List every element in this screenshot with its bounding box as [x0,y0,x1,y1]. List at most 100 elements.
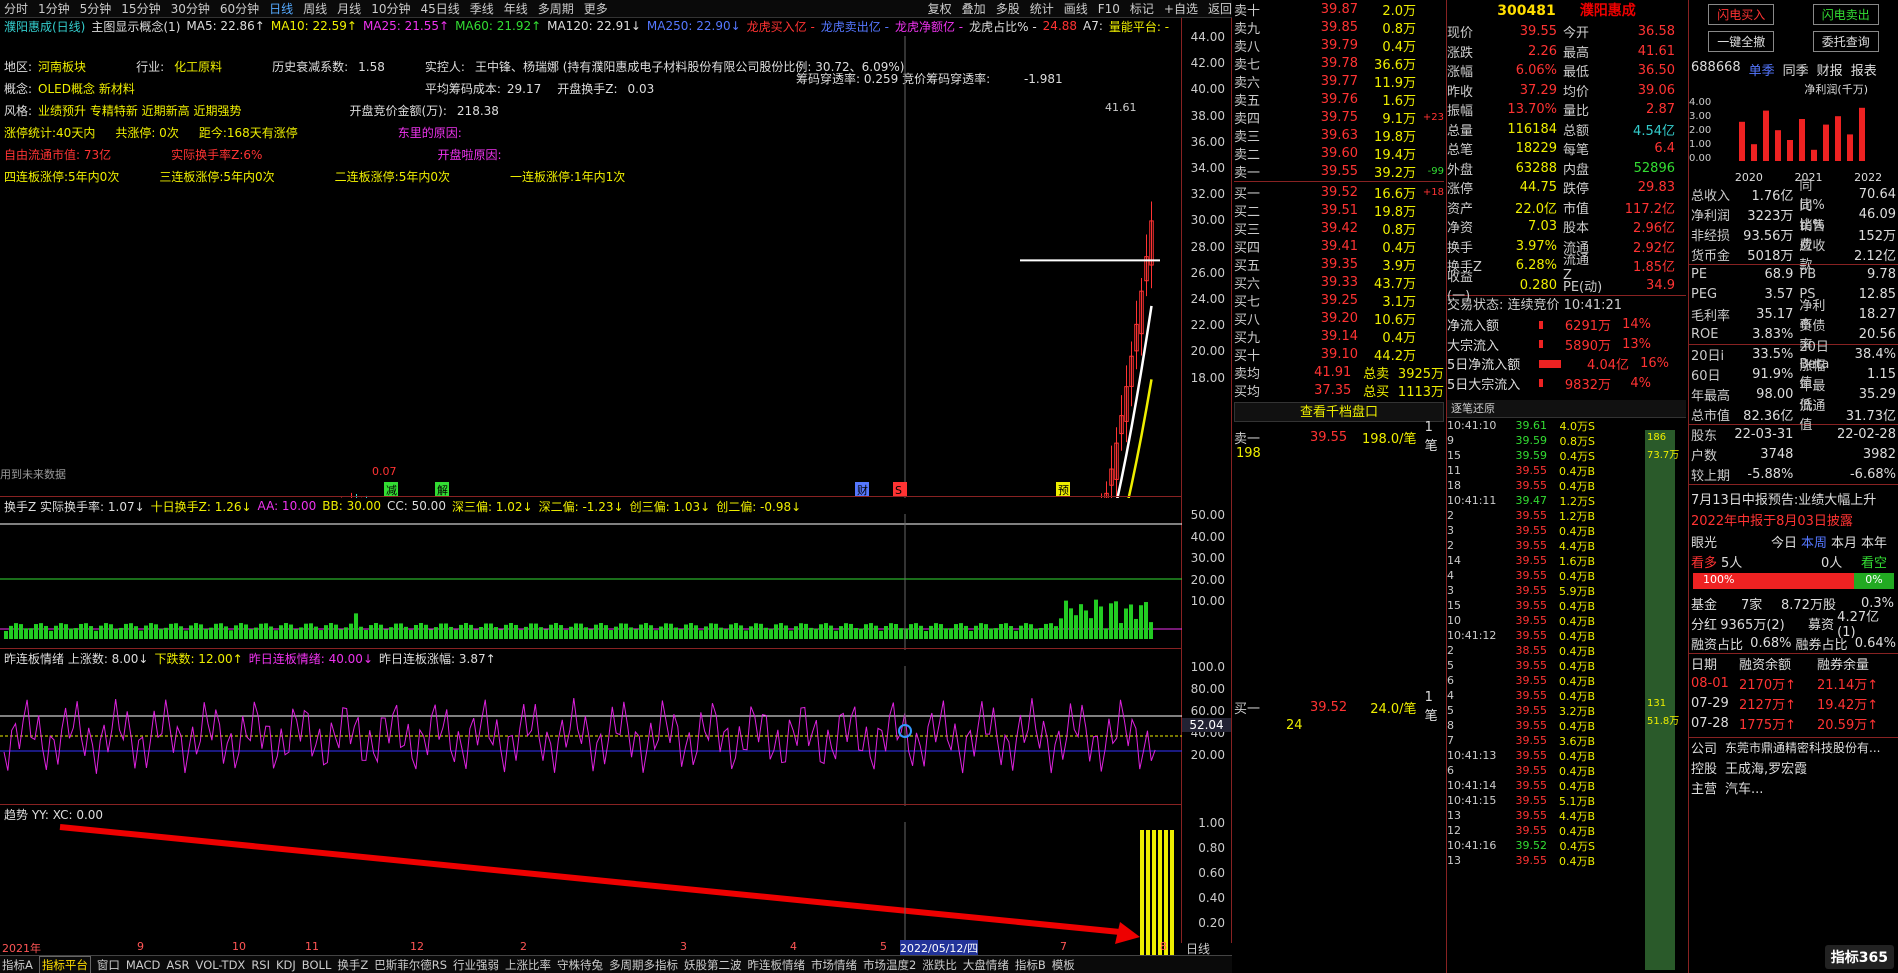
sell-level-price: 39.79 [1320,37,1358,53]
indicator-tab-5[interactable]: VOL-TDX [196,958,246,972]
buy-level-row[interactable]: 买一 39.52 16.6万 +18 [1234,183,1444,202]
indicator-tab-6[interactable]: RSI [251,958,270,972]
sell-level-row[interactable]: 卖十 39.87 2.0万 [1234,0,1444,19]
indicator-tab-4[interactable]: ASR [166,958,189,972]
date-label: 10 [232,940,246,953]
tool-1[interactable]: 叠加 [962,0,986,17]
buy-level-row[interactable]: 买七 39.25 3.1万 [1234,291,1444,310]
indicator-tab-3[interactable]: MACD [126,958,160,972]
sell-level-row[interactable]: 卖三 39.63 19.8万 [1234,126,1444,145]
period-11[interactable]: 季线 [470,0,494,17]
sell-level-row[interactable]: 卖五 39.76 1.6万 [1234,90,1444,109]
period-3[interactable]: 15分钟 [121,0,160,17]
indicator-tab-8[interactable]: BOLL [302,958,332,972]
buy-level-row[interactable]: 买三 39.42 0.8万 [1234,219,1444,238]
period-1[interactable]: 1分钟 [38,0,70,17]
indicator-tab-16[interactable]: 昨连板情绪 [748,957,806,973]
fin-tab-2[interactable]: 财报 [1817,60,1843,79]
tool-8[interactable]: 返回 [1208,0,1232,17]
fund-key: 基金 [1691,597,1718,613]
indicator-tab-17[interactable]: 市场情绪 [811,957,857,973]
turnover-bar [239,623,243,639]
indicator-tab-20[interactable]: 大盘情绪 [963,957,1009,973]
indicator-tab-9[interactable]: 换手Z [337,957,368,973]
period-2[interactable]: 5分钟 [80,0,112,17]
fin-tab-1[interactable]: 同季 [1783,60,1809,79]
trend-chart[interactable] [0,822,1182,958]
turnover-bar [804,623,808,639]
candlestick-chart[interactable]: 24.39025.66025.10024.68025.80026.08024.8… [0,36,1182,498]
turnover-bar [509,623,513,639]
sell-level-row[interactable]: 卖八 39.79 0.4万 [1234,36,1444,55]
cancel-all-button[interactable]: 一键全撤 [1708,31,1775,52]
indicator-tab-12[interactable]: 上涨比率 [505,957,551,973]
sell-level-row[interactable]: 卖九 39.85 0.8万 [1234,18,1444,37]
indicator-tab-7[interactable]: KDJ [276,958,296,972]
indicator-tab-1[interactable]: 指标平台 [38,956,91,973]
buy-level-row[interactable]: 买五 39.35 3.9万 [1234,255,1444,274]
sell-level-row[interactable]: 卖二 39.60 19.4万 [1234,144,1444,163]
buy-level-row[interactable]: 买八 39.20 10.6万 [1234,309,1444,328]
indicator-tab-18[interactable]: 市场温度2 [863,957,916,973]
buy-level-row[interactable]: 买九 39.14 0.4万 [1234,327,1444,346]
tool-5[interactable]: F10 [1098,2,1120,16]
order-query-button[interactable]: 委托查询 [1812,31,1879,52]
period-14[interactable]: 更多 [584,0,608,17]
flash-sell-button[interactable]: 闪电卖出 [1812,4,1879,25]
eye-month[interactable]: 本月 [1831,532,1861,551]
indicator-tab-10[interactable]: 巴斯菲尔德RS [374,957,447,973]
indicator-tab-13[interactable]: 守株待兔 [557,957,603,973]
eye-year[interactable]: 本年 [1861,532,1887,551]
fin-tab-3[interactable]: 报表 [1851,60,1877,79]
display-mode[interactable]: 主图显示概念(1) [91,18,180,35]
period-12[interactable]: 年线 [504,0,528,17]
period-0[interactable]: 分时 [4,0,28,17]
flash-buy-button[interactable]: 闪电买入 [1708,4,1775,25]
period-13[interactable]: 多周期 [538,0,574,17]
stat-value-2: 39.06 [1637,82,1675,98]
tool-6[interactable]: 标记 [1130,0,1154,17]
buy-level-row[interactable]: 买二 39.51 19.8万 [1234,201,1444,220]
indicator-tab-19[interactable]: 涨跌比 [922,957,957,973]
tool-3[interactable]: 统计 [1030,0,1054,17]
turn-tick: 40.00 [1190,529,1225,544]
indicator-tab-14[interactable]: 多周期多指标 [609,957,678,973]
flow-row: 5日大宗流入 9832万 4% [1447,374,1686,394]
sell-level-row[interactable]: 卖一 39.55 39.2万 -99 [1234,162,1444,181]
sell-level-row[interactable]: 卖七 39.78 36.6万 [1234,54,1444,73]
sell-level-row[interactable]: 卖六 39.77 11.9万 [1234,72,1444,91]
tool-7[interactable]: +自选 [1164,0,1198,17]
period-6[interactable]: 日线 [269,0,293,17]
period-10[interactable]: 45日线 [420,0,459,17]
indicator-tab-11[interactable]: 行业强弱 [453,957,499,973]
sell-level-row[interactable]: 卖四 39.75 9.1万 +23 [1234,108,1444,127]
period-5[interactable]: 60分钟 [220,0,259,17]
buy-level-row[interactable]: 买六 39.33 43.7万 [1234,273,1444,292]
period-8[interactable]: 月线 [337,0,361,17]
indicator-tab-0[interactable]: 指标A [2,957,33,973]
price-tick: 44.00 [1190,30,1225,44]
buy-level-row[interactable]: 买十 39.10 44.2万 [1234,345,1444,364]
eye-today[interactable]: 今日 [1771,532,1801,551]
fin-tab-0[interactable]: 单季 [1749,60,1775,79]
trend-bar [1170,830,1174,956]
indicator-tab-2[interactable]: 窗口 [97,957,120,973]
indicator-tab-22[interactable]: 模板 [1052,957,1075,973]
period-7[interactable]: 周线 [303,0,327,17]
tick-price: 39.55 [1515,509,1548,522]
indicator-tab-15[interactable]: 妖股第二波 [684,957,742,973]
tool-2[interactable]: 多股 [996,0,1020,17]
eye-week[interactable]: 本周 [1801,532,1831,551]
tool-4[interactable]: 画线 [1064,0,1088,17]
chart-area[interactable]: 濮阳惠成(日线) 主图显示概念(1) MA5: 22.86↑ MA10: 22.… [0,18,1182,958]
sentiment-chart[interactable] [0,666,1182,806]
indicator-tab-21[interactable]: 指标B [1015,957,1046,973]
view-orderbook-button[interactable]: 查看千档盘口 [1234,402,1444,422]
period-4[interactable]: 30分钟 [171,0,210,17]
tool-0[interactable]: 复权 [928,0,952,17]
buy-level-row[interactable]: 买四 39.41 0.4万 [1234,237,1444,256]
period-9[interactable]: 10分钟 [371,0,410,17]
turnover-chart[interactable] [0,514,1182,650]
turnover-bar [969,630,973,639]
turnover-bar [634,629,638,639]
